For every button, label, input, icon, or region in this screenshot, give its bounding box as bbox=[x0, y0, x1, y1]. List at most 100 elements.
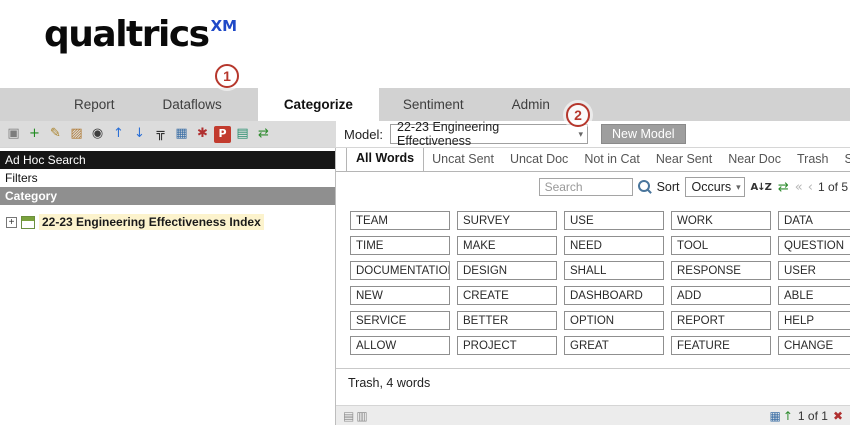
delete-forever-icon[interactable]: ✖ bbox=[832, 409, 844, 423]
category-tree-row[interactable]: + 22-23 Engineering Effectiveness Index bbox=[0, 205, 335, 230]
restore-word-icon[interactable]: ↑ bbox=[782, 409, 794, 423]
content-tab-all-words[interactable]: All Words bbox=[346, 148, 424, 172]
bottom-left-icons: ▤▥ bbox=[342, 409, 369, 423]
sort-descending-icon[interactable]: A↓Z bbox=[750, 182, 772, 193]
model-bar: Model: 22-23 Engineering Effectiveness ▾… bbox=[336, 121, 850, 147]
move-down-icon[interactable]: ↓ bbox=[130, 125, 149, 144]
word-chip[interactable]: NEED bbox=[564, 236, 664, 255]
annotation-circle-2: 2 bbox=[566, 103, 590, 127]
content-tab-uncat-doc[interactable]: Uncat Doc bbox=[502, 148, 576, 171]
trash-view-icon[interactable]: ▦ bbox=[769, 409, 782, 423]
image-export-icon[interactable]: ▨ bbox=[67, 125, 86, 144]
panel-toggle-icon[interactable]: ▥ bbox=[355, 409, 368, 423]
sort-select-value: Occurs bbox=[692, 180, 732, 194]
content-tab-uncat-sent[interactable]: Uncat Sent bbox=[424, 148, 502, 171]
bottom-bar: ▤▥ ▦↑ 1 of 1 ✖ bbox=[336, 405, 850, 425]
main-body: Ad Hoc Search Filters Category + 22-23 E… bbox=[0, 148, 850, 425]
word-chip[interactable]: TIME bbox=[350, 236, 450, 255]
pdf-export-icon[interactable]: P bbox=[214, 126, 231, 143]
tab-categorize[interactable]: Categorize bbox=[258, 88, 379, 121]
word-chip[interactable]: TOOL bbox=[671, 236, 771, 255]
tab-report[interactable]: Report bbox=[50, 88, 139, 121]
word-chip[interactable]: MAKE bbox=[457, 236, 557, 255]
nav-tabs: ReportDataflows CategorizeSentimentAdmin bbox=[0, 88, 850, 121]
tab-admin[interactable]: Admin bbox=[488, 88, 574, 121]
word-grid: TEAM SURVEY USE WORK DATA TIME MAKE NEED TOOL QUE… bbox=[336, 197, 850, 355]
save-icon[interactable]: ▣ bbox=[4, 125, 23, 144]
word-chip[interactable]: QUESTION bbox=[778, 236, 850, 255]
annotation-circle-1: 1 bbox=[215, 64, 239, 88]
table-view-icon[interactable]: ▦ bbox=[172, 125, 191, 144]
word-chip[interactable]: BETTER bbox=[457, 311, 557, 330]
word-chip[interactable]: USE bbox=[564, 211, 664, 230]
expand-icon[interactable]: + bbox=[6, 217, 17, 228]
move-up-icon[interactable]: ↑ bbox=[109, 125, 128, 144]
word-chip[interactable]: REPORT bbox=[671, 311, 771, 330]
app-window: 1 2 qualtricsXM ReportDataflows Categoriz… bbox=[0, 0, 850, 425]
sort-label: Sort bbox=[657, 180, 680, 194]
logo-wordmark: qualtrics bbox=[44, 14, 209, 55]
word-chip[interactable]: DOCUMENTATION bbox=[350, 261, 450, 280]
word-chip[interactable]: DESIGN bbox=[457, 261, 557, 280]
category-tree-label[interactable]: 22-23 Engineering Effectiveness Index bbox=[39, 214, 264, 230]
swap-sort-icon[interactable]: ⇄ bbox=[777, 180, 790, 195]
word-chip[interactable]: TEAM bbox=[350, 211, 450, 230]
word-chip[interactable]: DASHBOARD bbox=[564, 286, 664, 305]
word-chip[interactable]: CHANGE bbox=[778, 336, 850, 355]
tree-view-icon[interactable]: ╦ bbox=[151, 125, 170, 144]
search-input[interactable] bbox=[539, 178, 633, 196]
word-chip[interactable]: GREAT bbox=[564, 336, 664, 355]
pagination-top: 1 of 5 bbox=[818, 180, 848, 194]
toolbar: ▣+✎▨◉↑↓╦▦✱P▤⇄ bbox=[0, 121, 336, 147]
word-chip[interactable]: FEATURE bbox=[671, 336, 771, 355]
tab-dataflows[interactable]: Dataflows bbox=[139, 88, 246, 121]
word-chip[interactable]: HELP bbox=[778, 311, 850, 330]
new-model-button[interactable]: New Model bbox=[601, 124, 686, 144]
refresh-icon[interactable]: ⇄ bbox=[254, 125, 273, 144]
content-tab-near-sent[interactable]: Near Sent bbox=[648, 148, 720, 171]
trash-status: Trash, 4 words bbox=[336, 368, 850, 390]
view-toggle-icon[interactable]: ▤ bbox=[342, 409, 355, 423]
page-header: qualtricsXM bbox=[0, 0, 850, 88]
content-tab-not-in-cat[interactable]: Not in Cat bbox=[576, 148, 648, 171]
word-chip[interactable]: ABLE bbox=[778, 286, 850, 305]
content-tab-struct[interactable]: Struct bbox=[836, 148, 850, 171]
page-prev-icon[interactable]: ‹ bbox=[808, 180, 813, 195]
publish-icon[interactable]: ◉ bbox=[88, 125, 107, 144]
page-first-icon[interactable]: « bbox=[795, 180, 803, 195]
content-panel: All WordsUncat SentUncat DocNot in CatNe… bbox=[336, 148, 850, 425]
word-chip[interactable]: DATA bbox=[778, 211, 850, 230]
sort-select[interactable]: Occurs ▾ bbox=[685, 177, 745, 197]
model-label: Model: bbox=[344, 127, 383, 142]
word-chip[interactable]: PROJECT bbox=[457, 336, 557, 355]
bottom-far-icons: ✖ bbox=[832, 409, 844, 423]
word-chip[interactable]: USER bbox=[778, 261, 850, 280]
model-select[interactable]: 22-23 Engineering Effectiveness ▾ bbox=[390, 124, 588, 144]
word-chip[interactable]: CREATE bbox=[457, 286, 557, 305]
tab-sentiment[interactable]: Sentiment bbox=[379, 88, 488, 121]
qualtrics-logo: qualtricsXM bbox=[0, 0, 850, 55]
word-chip[interactable]: ADD bbox=[671, 286, 771, 305]
new-item-icon[interactable]: + bbox=[25, 125, 44, 144]
adhoc-search-header[interactable]: Ad Hoc Search bbox=[0, 151, 335, 169]
search-icon[interactable] bbox=[638, 180, 652, 194]
word-chip[interactable]: WORK bbox=[671, 211, 771, 230]
word-chip[interactable]: RESPONSE bbox=[671, 261, 771, 280]
chevron-down-icon: ▾ bbox=[736, 182, 741, 193]
content-controls: Sort Occurs ▾ A↓Z ⇄ « ‹ 1 of 5 bbox=[336, 172, 850, 197]
word-chip[interactable]: SERVICE bbox=[350, 311, 450, 330]
word-chip[interactable]: OPTION bbox=[564, 311, 664, 330]
content-tab-near-doc[interactable]: Near Doc bbox=[720, 148, 789, 171]
word-chip[interactable]: ALLOW bbox=[350, 336, 450, 355]
edit-doc-icon[interactable]: ✎ bbox=[46, 125, 65, 144]
content-tabs: All WordsUncat SentUncat DocNot in CatNe… bbox=[336, 148, 850, 172]
filters-item[interactable]: Filters bbox=[0, 169, 335, 187]
report-icon[interactable]: ▤ bbox=[233, 125, 252, 144]
word-chip[interactable]: NEW bbox=[350, 286, 450, 305]
content-tab-trash[interactable]: Trash bbox=[789, 148, 837, 171]
pagination-bottom: 1 of 1 bbox=[798, 409, 828, 423]
word-chip[interactable]: SURVEY bbox=[457, 211, 557, 230]
word-chip[interactable]: SHALL bbox=[564, 261, 664, 280]
permissions-icon[interactable]: ✱ bbox=[193, 125, 212, 144]
category-model-icon bbox=[21, 216, 35, 229]
